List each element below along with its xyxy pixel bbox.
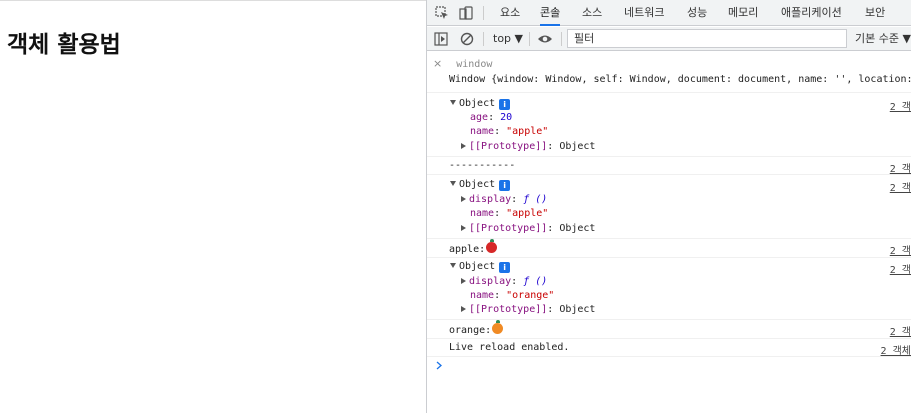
source-link[interactable]: 2 객 (890, 98, 911, 113)
log-divider (427, 156, 911, 157)
orange-icon (492, 320, 504, 334)
console-toolbar: top ▼ 필터 기본 수준 ▼ (427, 27, 911, 51)
expand-arrow-icon[interactable] (461, 143, 466, 149)
toolbar-separator (561, 32, 562, 46)
toolbar-separator (529, 32, 530, 46)
log-object-3[interactable]: Object i (450, 261, 911, 273)
tab-security[interactable]: 보안 (865, 0, 885, 26)
inspect-element-icon[interactable] (435, 6, 449, 20)
prop-prototype[interactable]: [[Prototype]]: Object (461, 304, 911, 315)
source-link[interactable]: 2 객 (890, 323, 911, 338)
clear-console-icon[interactable] (460, 32, 474, 46)
expand-arrow-icon[interactable] (450, 263, 456, 268)
expand-arrow-icon[interactable] (461, 278, 466, 284)
log-object-1[interactable]: Object i (450, 98, 911, 110)
expand-arrow-icon[interactable] (461, 225, 466, 231)
tab-elements[interactable]: 요소 (500, 0, 520, 26)
log-apple: apple: (449, 239, 911, 255)
expand-arrow-icon[interactable] (461, 196, 466, 202)
page-content: 객체 활용법 (0, 0, 426, 413)
console-eval-input: × window (433, 57, 911, 70)
console-prompt-icon[interactable] (435, 361, 443, 370)
devtools-tabbar: 요소 콘솔 소스 네트워크 성능 메모리 애플리케이션 보안 (427, 0, 911, 26)
log-levels-dropdown[interactable]: 기본 수준 ▼ (855, 27, 911, 51)
device-toolbar-icon[interactable] (459, 6, 473, 20)
log-divider (427, 174, 911, 175)
log-live-reload: Live reload enabled. (449, 342, 570, 353)
expand-arrow-icon[interactable] (461, 306, 466, 312)
prop-name: name: "orange" (470, 290, 555, 301)
tab-application[interactable]: 애플리케이션 (781, 0, 842, 26)
source-link[interactable]: 2 객 (890, 242, 911, 257)
console-eval-result: Window {window: Window, self: Window, do… (449, 74, 911, 85)
log-divider (427, 338, 911, 339)
tab-memory[interactable]: 메모리 (728, 0, 758, 26)
prop-age: age: 20 (470, 112, 513, 123)
page-heading: 객체 활용법 (7, 32, 121, 58)
close-icon[interactable]: × (433, 57, 442, 70)
log-divider (427, 257, 911, 258)
context-selector[interactable]: top ▼ (493, 27, 523, 51)
info-icon: i (499, 99, 511, 110)
tab-performance[interactable]: 성능 (687, 0, 707, 26)
prop-name: name: "apple" (470, 208, 549, 219)
tab-network[interactable]: 네트워크 (624, 0, 664, 26)
prop-display[interactable]: display: ƒ () (461, 276, 911, 287)
toolbar-separator (483, 32, 484, 46)
info-icon: i (499, 262, 511, 273)
source-link[interactable]: 2 객 (890, 261, 911, 276)
log-orange: orange: (449, 320, 911, 336)
devtools-panel: 요소 콘솔 소스 네트워크 성능 메모리 애플리케이션 보안 top ▼ 필터 … (426, 0, 911, 413)
info-icon: i (499, 180, 511, 191)
expand-arrow-icon[interactable] (450, 100, 456, 105)
log-separator: ----------- (449, 160, 516, 171)
source-link[interactable]: 2 객 (890, 160, 911, 175)
prop-prototype[interactable]: [[Prototype]]: Object (461, 141, 911, 152)
log-divider (427, 92, 911, 93)
source-link[interactable]: 2 객 (890, 179, 911, 194)
prop-prototype[interactable]: [[Prototype]]: Object (461, 223, 911, 234)
eval-command: window (456, 59, 493, 70)
sidebar-toggle-icon[interactable] (434, 32, 448, 46)
prop-display[interactable]: display: ƒ () (461, 194, 911, 205)
tab-console[interactable]: 콘솔 (540, 0, 561, 26)
prop-name: name: "apple" (470, 126, 549, 137)
source-link[interactable]: 2 객체 (881, 342, 911, 357)
log-object-2[interactable]: Object i (450, 179, 911, 191)
tabbar-separator (483, 6, 484, 20)
expand-arrow-icon[interactable] (450, 181, 456, 186)
tab-sources[interactable]: 소스 (582, 0, 602, 26)
eye-icon[interactable] (537, 32, 553, 46)
log-divider (427, 356, 911, 357)
filter-input[interactable]: 필터 (567, 29, 847, 48)
log-divider (427, 238, 911, 239)
apple-icon (486, 239, 498, 253)
